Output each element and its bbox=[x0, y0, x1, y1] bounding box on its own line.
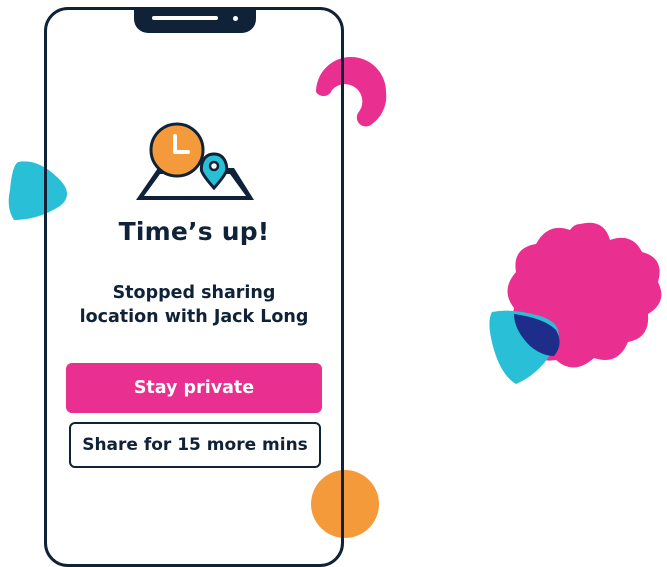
map-icon bbox=[136, 168, 254, 200]
share-more-button[interactable]: Share for 15 more mins bbox=[69, 422, 321, 468]
stay-private-button[interactable]: Stay private bbox=[66, 363, 322, 413]
dialog-title: Time’s up! bbox=[118, 217, 270, 246]
message-line-2: location with Jack Long bbox=[79, 307, 309, 327]
phone-speaker bbox=[152, 16, 218, 20]
dialog-message: Stopped sharing location with Jack Long bbox=[44, 281, 344, 329]
phone-camera bbox=[233, 16, 238, 21]
message-line-1: Stopped sharing bbox=[112, 283, 276, 303]
illustration bbox=[136, 122, 254, 200]
phone-notch bbox=[134, 7, 256, 33]
clock-icon bbox=[149, 122, 205, 178]
location-pin-icon bbox=[199, 152, 229, 191]
